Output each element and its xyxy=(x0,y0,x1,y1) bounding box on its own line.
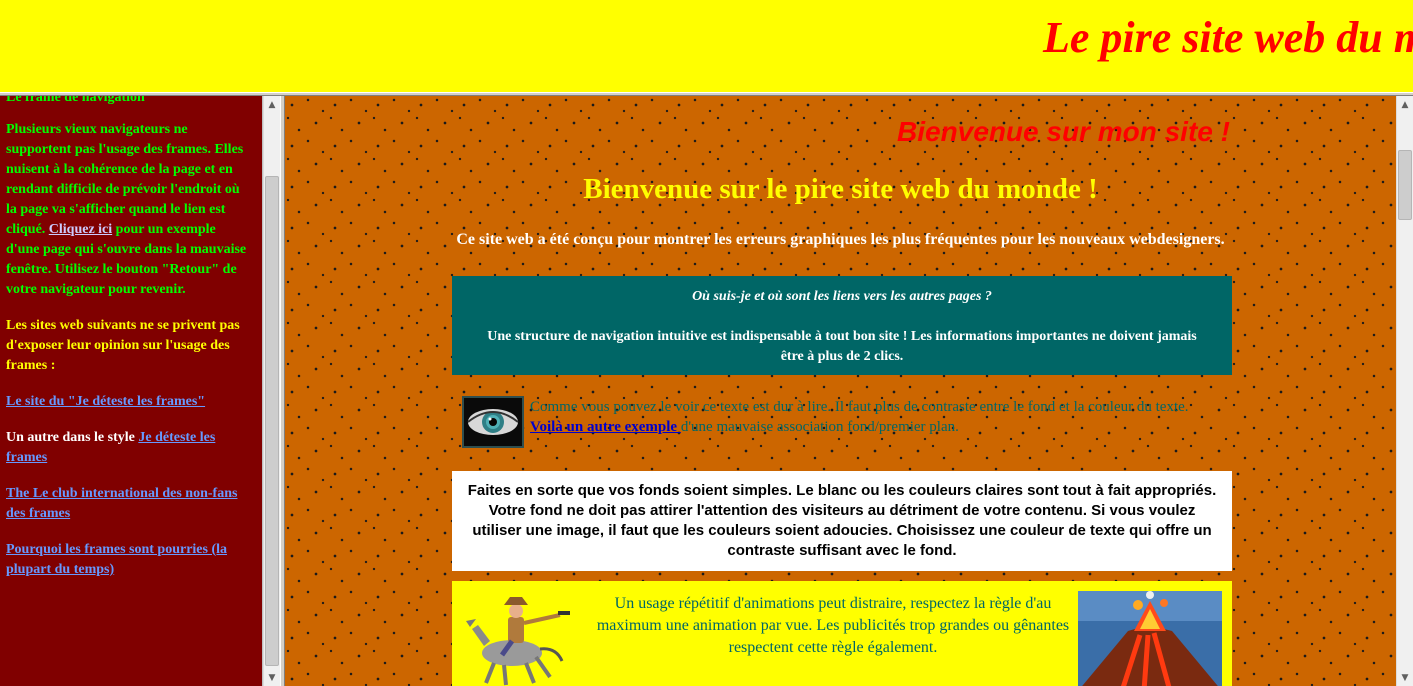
scroll-up-arrow-icon[interactable]: ▲ xyxy=(264,96,280,113)
main-frame-scrollbar[interactable]: ▲ ▼ xyxy=(1396,96,1413,686)
low-contrast-text-before: Comme vous pouvez le voir ce texte est d… xyxy=(530,399,1189,415)
top-banner-frame: Le pire site web du monde xyxy=(0,0,1413,92)
opinion-paragraph: Les sites web suivants ne se privent pas… xyxy=(6,318,240,373)
animation-tip-text: Un usage répétitif d'animations peut dis… xyxy=(596,595,1070,656)
frames-warning-text: Plusieurs vieux navigateurs ne supporten… xyxy=(6,122,244,237)
frames-warning-paragraph: Plusieurs vieux navigateurs ne supporten… xyxy=(6,120,252,300)
eye-image xyxy=(462,396,524,448)
cowboy-horse-image xyxy=(464,591,574,686)
left-frame-scrollbar[interactable]: ▲ ▼ xyxy=(263,96,280,686)
click-here-link[interactable]: Cliquez ici xyxy=(49,222,112,237)
navigation-tip-text: Une structure de navigation intuitive es… xyxy=(487,329,1197,364)
link4-paragraph: Pourquoi les frames sont pourries (la pl… xyxy=(6,540,252,580)
animation-tip-box: Un usage répétitif d'animations peut dis… xyxy=(452,581,1232,686)
volcano-image xyxy=(1078,591,1222,686)
left-nav-content: Le frame de navigation Plusieurs vieux n… xyxy=(6,96,252,596)
another-style-paragraph: Un autre dans le style Je déteste les fr… xyxy=(6,428,252,468)
scroll-up-arrow-icon[interactable]: ▲ xyxy=(1397,96,1413,113)
main-heading: Bienvenue sur le pire site web du monde … xyxy=(583,173,1098,205)
navigation-question: Où suis-je et où sont les liens vers les… xyxy=(692,289,992,304)
banner-title: Le pire site web du monde xyxy=(1043,13,1413,62)
left-scroll-thumb[interactable] xyxy=(265,176,279,666)
cut-off-heading: Le frame de navigation xyxy=(6,96,145,105)
another-style-text: Un autre dans le style xyxy=(6,430,139,445)
simple-background-tip-box: Faites en sorte que vos fonds soient sim… xyxy=(452,471,1232,571)
main-scroll-thumb[interactable] xyxy=(1398,150,1412,220)
scroll-down-arrow-icon[interactable]: ▼ xyxy=(264,669,280,686)
left-nav-frame: Le frame de navigation Plusieurs vieux n… xyxy=(0,96,262,686)
low-contrast-text: Comme vous pouvez le voir ce texte est d… xyxy=(530,397,1220,437)
low-contrast-text-after: d'une mauvaise association fond/premier … xyxy=(680,419,959,435)
welcome-title: Bienvenue sur mon site ! xyxy=(897,116,1230,147)
navigation-tip-box: Où suis-je et où sont les liens vers les… xyxy=(452,276,1232,375)
link1-paragraph: Le site du "Je déteste les frames" xyxy=(6,392,252,412)
intro-text: Ce site web a été conçu pour montrer les… xyxy=(456,231,1225,248)
main-content-frame: Bienvenue sur mon site ! Bienvenue sur l… xyxy=(285,96,1396,686)
hate-frames-site-link[interactable]: Le site du "Je déteste les frames" xyxy=(6,394,205,409)
why-frames-suck-link[interactable]: Pourquoi les frames sont pourries (la pl… xyxy=(6,542,227,577)
link3-paragraph: The Le club international des non-fans d… xyxy=(6,484,252,524)
another-example-link[interactable]: Voilà un autre exemple xyxy=(530,419,681,435)
club-non-fans-link[interactable]: The Le club international des non-fans d… xyxy=(6,486,237,521)
scroll-down-arrow-icon[interactable]: ▼ xyxy=(1397,669,1413,686)
